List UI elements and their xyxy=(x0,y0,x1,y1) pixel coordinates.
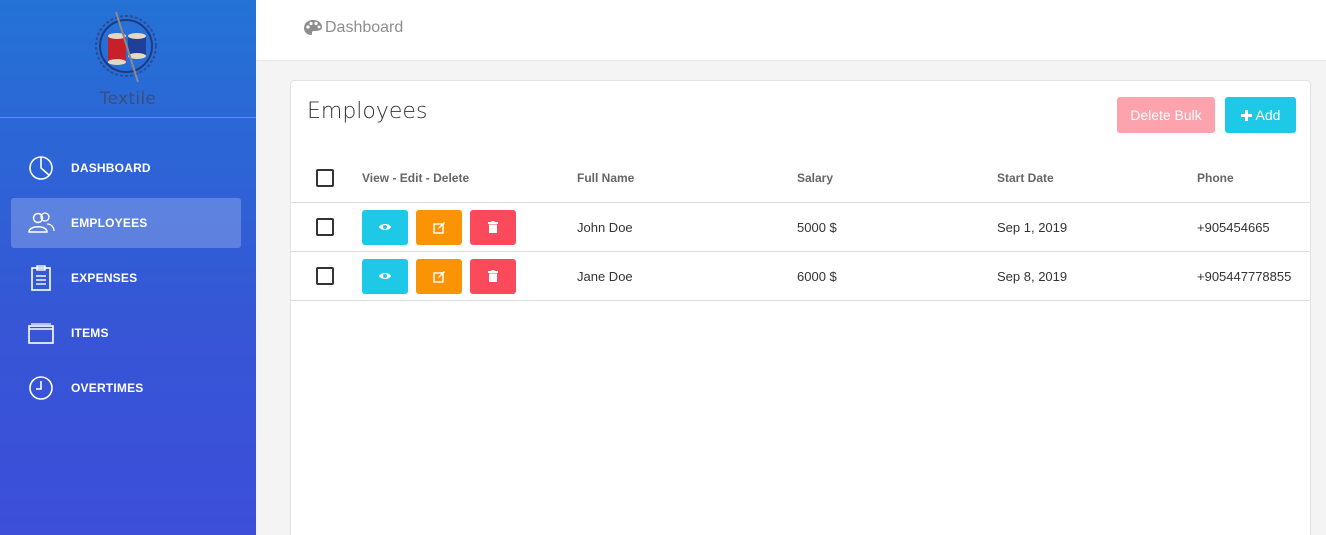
clipboard-icon xyxy=(27,264,55,292)
cell-full-name: John Doe xyxy=(577,219,633,235)
employees-card: Employees Delete Bulk Add View - Edit - … xyxy=(290,80,1311,535)
breadcrumb-label: Dashboard xyxy=(325,19,404,36)
sidebar-item-label: EMPLOYEES xyxy=(71,216,148,230)
row-checkbox[interactable] xyxy=(316,218,334,236)
pie-chart-icon xyxy=(27,154,55,182)
sidebar-nav: DASHBOARD EMPLOYEES EXPENSES ITEMS OVERT… xyxy=(11,143,241,418)
delete-bulk-button[interactable]: Delete Bulk xyxy=(1117,97,1215,133)
users-icon xyxy=(27,209,55,237)
eye-icon xyxy=(379,273,391,279)
delete-button[interactable] xyxy=(470,258,516,294)
edit-button[interactable] xyxy=(416,209,462,245)
sidebar-item-label: EXPENSES xyxy=(71,271,138,285)
edit-button[interactable] xyxy=(416,258,462,294)
brand-name: Textile xyxy=(99,89,157,109)
topbar: Dashboard xyxy=(256,0,1326,61)
trash-icon xyxy=(488,221,498,233)
delete-button[interactable] xyxy=(470,209,516,245)
header-actions: View - Edit - Delete xyxy=(362,171,470,185)
plus-icon xyxy=(1240,109,1252,121)
table-row: John Doe 5000 $ Sep 1, 2019 +905454665 xyxy=(291,203,1310,252)
add-button-label: Add xyxy=(1255,107,1281,123)
cell-start-date: Sep 8, 2019 xyxy=(997,268,1068,284)
palette-icon xyxy=(304,20,322,35)
view-button[interactable] xyxy=(362,258,408,294)
eye-icon xyxy=(379,224,391,230)
trash-icon xyxy=(488,270,498,282)
sidebar: Textile DASHBOARD EMPLOYEES EXPENSES ITE… xyxy=(0,0,256,535)
employees-table: View - Edit - Delete Full Name Salary St… xyxy=(291,154,1310,301)
cell-start-date: Sep 1, 2019 xyxy=(997,219,1068,235)
sidebar-item-label: DASHBOARD xyxy=(71,161,151,175)
clock-icon xyxy=(27,374,55,402)
sidebar-item-dashboard[interactable]: DASHBOARD xyxy=(11,143,241,193)
cell-phone: +905454665 xyxy=(1197,219,1270,235)
row-checkbox[interactable] xyxy=(316,267,334,285)
row-actions xyxy=(362,209,516,245)
spool-logo-icon[interactable] xyxy=(94,8,160,84)
cell-phone: +905447778855 xyxy=(1197,268,1292,284)
row-actions xyxy=(362,258,516,294)
cell-salary: 5000 $ xyxy=(797,219,837,235)
header-salary[interactable]: Salary xyxy=(797,171,833,185)
sidebar-item-overtimes[interactable]: OVERTIMES xyxy=(11,363,241,413)
sidebar-item-expenses[interactable]: EXPENSES xyxy=(11,253,241,303)
header-phone[interactable]: Phone xyxy=(1197,171,1234,185)
breadcrumb[interactable]: Dashboard xyxy=(303,19,403,37)
table-row: Jane Doe 6000 $ Sep 8, 2019 +90544777885… xyxy=(291,252,1310,301)
sidebar-item-label: OVERTIMES xyxy=(71,381,144,395)
window-icon xyxy=(27,319,55,347)
add-button[interactable]: Add xyxy=(1225,97,1296,133)
sidebar-item-items[interactable]: ITEMS xyxy=(11,308,241,358)
cell-full-name: Jane Doe xyxy=(577,268,633,284)
cell-salary: 6000 $ xyxy=(797,268,837,284)
table-header: View - Edit - Delete Full Name Salary St… xyxy=(291,154,1310,203)
sidebar-item-label: ITEMS xyxy=(71,326,109,340)
header-start-date[interactable]: Start Date xyxy=(997,171,1054,185)
header-full-name[interactable]: Full Name xyxy=(577,171,634,185)
select-all-checkbox[interactable] xyxy=(316,169,334,187)
brand: Textile xyxy=(0,0,256,118)
sidebar-item-employees[interactable]: EMPLOYEES xyxy=(11,198,241,248)
edit-icon xyxy=(432,270,445,283)
page-title: Employees xyxy=(307,99,428,124)
view-button[interactable] xyxy=(362,209,408,245)
edit-icon xyxy=(432,221,445,234)
